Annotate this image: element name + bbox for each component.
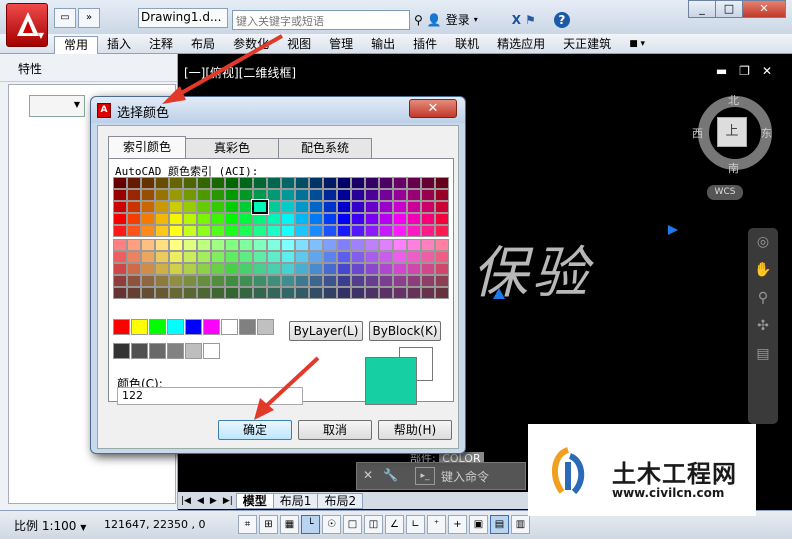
annotation-arrows (162, 34, 320, 420)
autocad-window: ▭ » Drawing1.d... 键入关键字或短语 ⚲ 👤 登录 ▾ X ⚑ … (0, 0, 792, 539)
arrow-to-dialog-title (162, 34, 283, 104)
arrow-to-ok-button (254, 356, 320, 420)
